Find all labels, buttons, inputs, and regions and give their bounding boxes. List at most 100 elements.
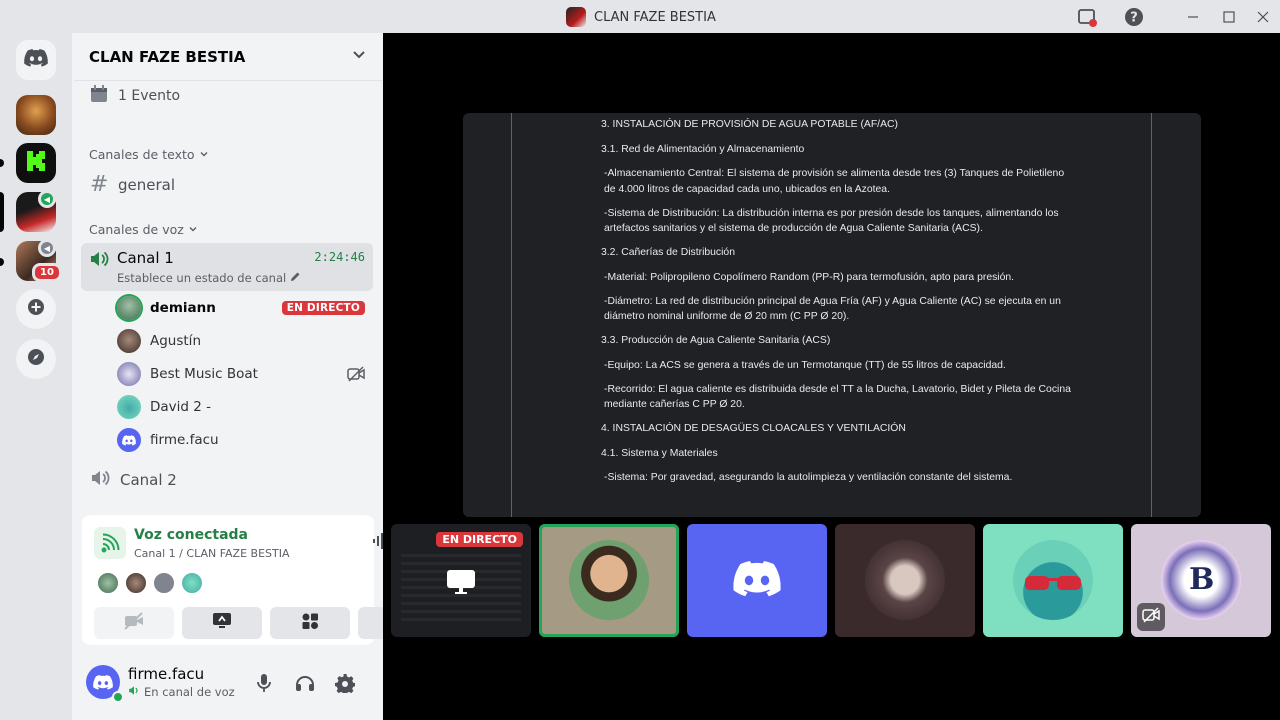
speaker-icon [128, 685, 140, 699]
avatar[interactable] [180, 571, 204, 595]
participant-tile-demiann[interactable] [539, 524, 679, 637]
avatar[interactable] [152, 571, 176, 595]
compass-icon [27, 348, 45, 370]
doc-subheading: 3.3. Producción de Agua Caliente Sanitar… [601, 335, 831, 346]
title-bar: CLAN FAZE BESTIA ? [0, 0, 1280, 33]
member-name: Best Music Boat [150, 366, 258, 382]
avatar[interactable] [96, 571, 120, 595]
sunglasses-icon [1023, 572, 1083, 596]
activities-icon [301, 612, 319, 634]
participant-tile-david[interactable] [983, 524, 1123, 637]
voice-category[interactable]: Canales de voz [89, 222, 198, 237]
voice-member-demiann[interactable]: demiann EN DIRECTO [117, 293, 373, 323]
doc-paragraph: -Sistema: Por gravedad, asegurando la au… [604, 472, 1013, 483]
live-badge: EN DIRECTO [281, 301, 365, 315]
voice-stage: 3. INSTALACIÓN DE PROVISIÓN DE AGUA POTA… [383, 33, 1280, 720]
voice-active-icon: ◀ [38, 190, 56, 208]
connection-signal-icon[interactable] [94, 527, 126, 559]
channel-status-prompt[interactable]: Establece un estado de canal [117, 271, 301, 285]
activities-button[interactable] [270, 607, 350, 639]
text-category-label: Canales de texto [89, 147, 195, 162]
server-header[interactable]: CLAN FAZE BESTIA [74, 33, 382, 81]
video-off-icon [124, 612, 144, 634]
doc-subheading: 3.2. Cañerías de Distribución [601, 247, 735, 258]
voice-member-firme-facu[interactable]: firme.facu [117, 425, 373, 455]
user-panel: firme.facu En canal de voz [74, 653, 382, 720]
voice-channel-canal-1[interactable]: Canal 1 2:24:46 Establece un estado de c… [81, 243, 373, 291]
help-icon[interactable]: ? [1123, 6, 1145, 28]
participant-tile-best-music-boat[interactable]: B [1131, 524, 1271, 637]
shared-document: 3. INSTALACIÓN DE PROVISIÓN DE AGUA POTA… [601, 117, 1071, 494]
channel-status-text: Establece un estado de canal [117, 271, 287, 285]
voice-connected-subtitle[interactable]: Canal 1 / CLAN FAZE BESTIA [134, 547, 290, 560]
maximize-icon[interactable] [1218, 6, 1240, 28]
home-button[interactable] [16, 40, 56, 80]
add-server-button[interactable] [16, 289, 56, 329]
screen-share-button[interactable] [182, 607, 262, 639]
doc-heading: 4. INSTALACIÓN DE DESAGÜES CLOACALES Y V… [601, 423, 906, 434]
doc-paragraph: -Sistema de Distribución: La distribució… [604, 207, 1059, 235]
minimize-icon[interactable] [1182, 6, 1204, 28]
pencil-icon [290, 271, 301, 285]
voice-member-best-music-boat[interactable]: Best Music Boat [117, 359, 373, 389]
doc-paragraph: -Almacenamiento Central: El sistema de p… [604, 168, 1065, 195]
voice-member-david[interactable]: David 2 - [117, 392, 373, 422]
participant-tiles: EN DIRECTO B [391, 524, 1271, 637]
headphones-icon [295, 673, 315, 697]
server-rail: ◀ ◀ 10 [0, 33, 72, 720]
unread-pill [0, 159, 4, 167]
settings-button[interactable] [331, 671, 359, 699]
microphone-icon [256, 673, 272, 697]
inbox-icon[interactable] [1076, 6, 1098, 28]
participant-tile-agustin[interactable] [835, 524, 975, 637]
voice-connection-panel: Voz conectada Canal 1 / CLAN FAZE BESTIA [82, 515, 438, 645]
doc-paragraph: -Diámetro: La red de distribución princi… [604, 295, 1061, 323]
voice-participants [96, 571, 204, 595]
channel-general[interactable]: # general [90, 172, 175, 197]
doc-paragraph: -Recorrido: El agua caliente es distribu… [604, 383, 1071, 411]
events-row[interactable]: 1 Evento [90, 85, 180, 107]
avatar[interactable] [124, 571, 148, 595]
chevron-down-icon [188, 222, 198, 237]
window-title: CLAN FAZE BESTIA [594, 9, 716, 25]
deafen-button[interactable] [291, 671, 319, 699]
server-icon-1[interactable] [16, 95, 56, 135]
avatar [865, 540, 945, 620]
server-name: CLAN FAZE BESTIA [89, 47, 246, 66]
letter-b-logo-icon: B [1189, 562, 1215, 597]
calendar-icon [90, 85, 108, 107]
online-status-dot [112, 691, 124, 703]
close-icon[interactable] [1252, 6, 1274, 28]
username[interactable]: firme.facu [128, 665, 204, 683]
microphone-button[interactable] [250, 671, 278, 699]
camera-button[interactable] [94, 607, 174, 639]
events-label: 1 Evento [118, 88, 181, 104]
svg-text:?: ? [1130, 11, 1138, 26]
server-icon-kick[interactable] [16, 143, 56, 183]
voice-category-label: Canales de voz [89, 222, 184, 237]
text-category[interactable]: Canales de texto [89, 147, 209, 162]
avatar [569, 540, 649, 620]
stream-tile[interactable]: EN DIRECTO [391, 524, 531, 637]
server-avatar [566, 7, 586, 27]
doc-subheading: 4.1. Sistema y Materiales [601, 447, 718, 459]
monitor-icon [446, 566, 476, 600]
discord-logo-icon [24, 49, 48, 71]
page-margin-line [511, 113, 512, 517]
hash-icon: # [90, 172, 109, 197]
discover-button[interactable] [16, 339, 56, 379]
participant-tile-firme-facu[interactable] [687, 524, 827, 637]
video-off-indicator [1137, 603, 1165, 631]
voice-idle-icon: ◀ [38, 239, 56, 257]
avatar [117, 362, 141, 386]
user-status: En canal de voz [128, 685, 235, 699]
channel-sidebar: CLAN FAZE BESTIA 1 Evento Canales de tex… [74, 33, 438, 720]
chevron-down-icon [199, 147, 209, 162]
doc-paragraph: -Material: Polipropileno Copolímero Rand… [604, 271, 1015, 283]
member-name: firme.facu [150, 432, 219, 448]
voice-channel-canal-2[interactable]: Canal 2 [90, 469, 177, 491]
member-name: demiann [150, 300, 216, 316]
screen-share-view[interactable]: 3. INSTALACIÓN DE PROVISIÓN DE AGUA POTA… [463, 113, 1201, 517]
chevron-down-icon [352, 47, 366, 65]
voice-member-agustin[interactable]: Agustín [117, 326, 373, 356]
